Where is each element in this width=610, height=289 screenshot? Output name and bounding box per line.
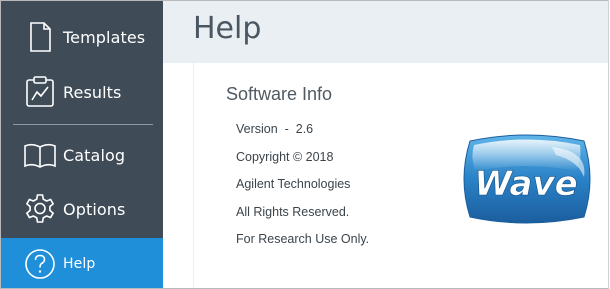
page-header: Help (163, 1, 608, 63)
sidebar-item-options[interactable]: Options (1, 183, 163, 235)
sidebar-item-label: Results (63, 82, 122, 102)
copyright-text: Copyright © 2018 (236, 150, 334, 164)
sidebar: Templates Results Catalog Options Help (1, 1, 163, 288)
wave-logo: Wave (456, 131, 596, 227)
sidebar-item-templates[interactable]: Templates (1, 11, 163, 63)
question-circle-icon (23, 247, 57, 281)
chart-document-icon (23, 75, 57, 109)
version-text: Version - 2.6 (236, 122, 314, 136)
company-text: Agilent Technologies (236, 177, 351, 191)
page-title: Help (193, 11, 262, 46)
gear-icon (23, 192, 57, 226)
section-title: Software Info (226, 84, 333, 104)
sidebar-item-label: Templates (63, 27, 146, 47)
rights-text: All Rights Reserved. (236, 205, 350, 219)
document-icon (23, 20, 57, 54)
sidebar-item-label: Options (63, 199, 126, 219)
sidebar-divider (13, 124, 153, 125)
logo-text: Wave (474, 164, 577, 204)
open-book-icon (23, 138, 57, 172)
research-use-text: For Research Use Only. (236, 232, 370, 246)
sidebar-item-catalog[interactable]: Catalog (1, 129, 163, 181)
sidebar-item-help[interactable]: Help (1, 238, 163, 288)
app-window: Templates Results Catalog Options Help H… (0, 0, 609, 289)
sidebar-item-label: Catalog (63, 145, 126, 165)
sidebar-item-results[interactable]: Results (1, 66, 163, 118)
sidebar-item-label: Help (63, 256, 96, 272)
